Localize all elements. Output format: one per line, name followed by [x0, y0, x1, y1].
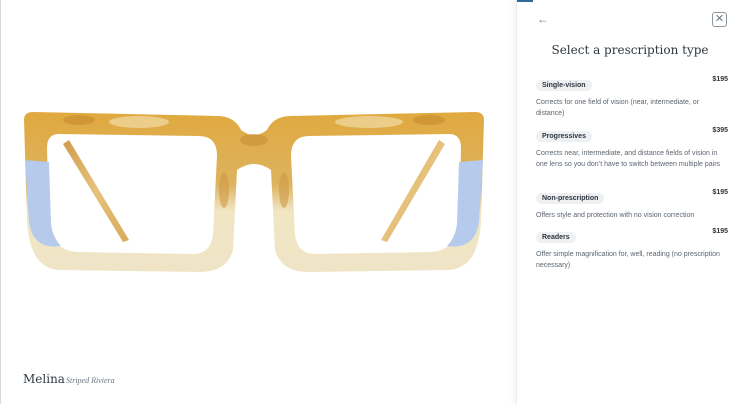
- option-description: Offer simple magnification for, well, re…: [536, 251, 720, 269]
- back-button[interactable]: ←: [536, 12, 550, 26]
- panel-accent-bar: [517, 0, 533, 2]
- option-single-vision[interactable]: Single-vision $195 Corrects for one fiel…: [536, 74, 728, 119]
- option-description: Corrects near, intermediate, and distanc…: [536, 150, 721, 168]
- close-icon: ✕: [714, 13, 725, 25]
- option-label: Progressives: [536, 131, 592, 142]
- product-image-area: Melina Striped Riviera: [1, 0, 516, 404]
- glasses-image: [24, 112, 484, 272]
- product-name: Melina: [23, 372, 65, 386]
- close-button[interactable]: ✕: [712, 12, 727, 27]
- arrow-left-icon: ←: [537, 12, 549, 26]
- panel-title: Select a prescription type: [551, 43, 709, 57]
- option-price: $395: [712, 127, 728, 134]
- option-label: Readers: [536, 232, 576, 243]
- option-description: Offers style and protection with no visi…: [536, 212, 695, 219]
- option-progressives[interactable]: Progressives $395 Corrects near, interme…: [536, 125, 728, 170]
- option-price: $195: [712, 189, 728, 196]
- option-price: $195: [712, 76, 728, 83]
- option-non-prescription[interactable]: Non-prescription $195 Offers style and p…: [536, 187, 728, 221]
- option-label: Non-prescription: [536, 193, 605, 204]
- product-color-name: Striped Riviera: [66, 376, 115, 385]
- option-price: $195: [712, 228, 728, 235]
- option-readers[interactable]: Readers $195 Offer simple magnification …: [536, 226, 728, 271]
- option-description: Corrects for one field of vision (near, …: [536, 99, 700, 117]
- option-label: Single-vision: [536, 80, 592, 91]
